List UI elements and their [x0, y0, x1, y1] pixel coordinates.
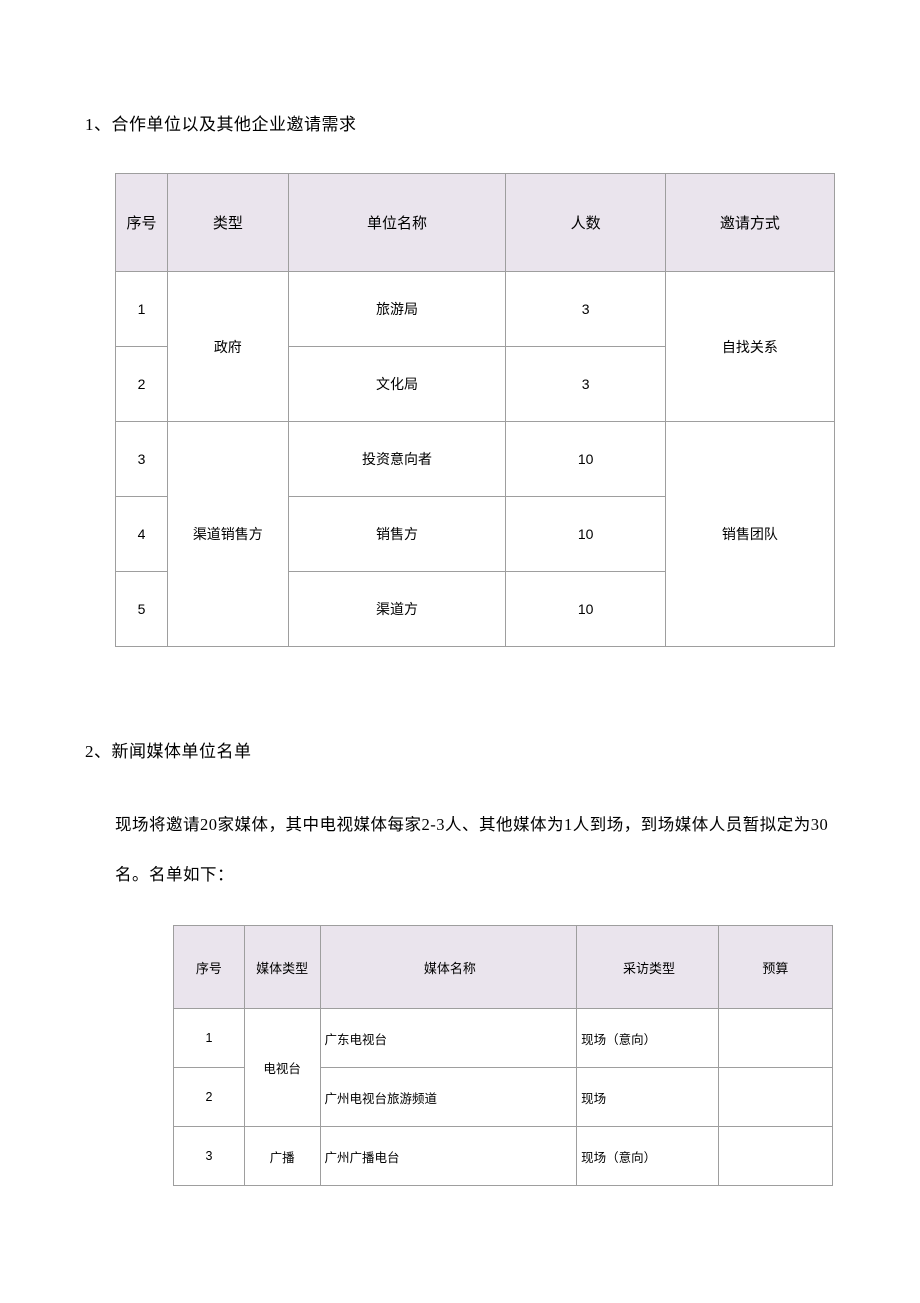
cell-name: 广州电视台旅游频道 [320, 1068, 577, 1127]
cell-kind: 现场 [577, 1068, 719, 1127]
cell-name: 投资意向者 [288, 422, 506, 497]
section2-paragraph: 现场将邀请20家媒体，其中电视媒体每家2-3人、其他媒体为1人到场，到场媒体人员… [115, 800, 835, 899]
cell-name: 广东电视台 [320, 1009, 577, 1068]
col-type: 媒体类型 [244, 926, 320, 1009]
cell-kind: 现场（意向） [577, 1127, 719, 1186]
cell-name: 销售方 [288, 497, 506, 572]
cell-budget [718, 1009, 832, 1068]
cell-name: 文化局 [288, 347, 506, 422]
table-header-row: 序号 类型 单位名称 人数 邀请方式 [116, 174, 835, 272]
col-kind: 采访类型 [577, 926, 719, 1009]
cell-count: 3 [506, 347, 665, 422]
cell-seq: 3 [116, 422, 168, 497]
cell-seq: 2 [116, 347, 168, 422]
cell-name: 旅游局 [288, 272, 506, 347]
cell-count: 10 [506, 422, 665, 497]
section2-heading: 2、新闻媒体单位名单 [85, 737, 835, 762]
col-name: 单位名称 [288, 174, 506, 272]
partner-invite-table: 序号 类型 单位名称 人数 邀请方式 1 政府 旅游局 3 自找关系 2 [115, 173, 835, 647]
table-row: 1 电视台 广东电视台 现场（意向） [174, 1009, 833, 1068]
table-row: 3 渠道销售方 投资意向者 10 销售团队 [116, 422, 835, 497]
cell-seq: 1 [174, 1009, 245, 1068]
cell-invite: 自找关系 [665, 272, 834, 422]
cell-seq: 3 [174, 1127, 245, 1186]
section1-heading: 1、合作单位以及其他企业邀请需求 [85, 110, 835, 135]
media-list-table: 序号 媒体类型 媒体名称 采访类型 预算 1 电视台 广东电视台 现场（意向） [173, 925, 833, 1186]
cell-name: 渠道方 [288, 572, 506, 647]
table-header-row: 序号 媒体类型 媒体名称 采访类型 预算 [174, 926, 833, 1009]
cell-count: 10 [506, 497, 665, 572]
col-seq: 序号 [174, 926, 245, 1009]
cell-type: 广播 [244, 1127, 320, 1186]
cell-budget [718, 1068, 832, 1127]
cell-kind: 现场（意向） [577, 1009, 719, 1068]
cell-invite: 销售团队 [665, 422, 834, 647]
cell-type: 渠道销售方 [168, 422, 288, 647]
cell-seq: 2 [174, 1068, 245, 1127]
table2-container: 序号 媒体类型 媒体名称 采访类型 预算 1 电视台 广东电视台 现场（意向） [173, 925, 835, 1186]
cell-type: 电视台 [244, 1009, 320, 1127]
table1-container: 序号 类型 单位名称 人数 邀请方式 1 政府 旅游局 3 自找关系 2 [115, 173, 835, 647]
table-row: 3 广播 广州广播电台 现场（意向） [174, 1127, 833, 1186]
cell-name: 广州广播电台 [320, 1127, 577, 1186]
cell-count: 3 [506, 272, 665, 347]
col-name: 媒体名称 [320, 926, 577, 1009]
col-type: 类型 [168, 174, 288, 272]
table-row: 1 政府 旅游局 3 自找关系 [116, 272, 835, 347]
cell-count: 10 [506, 572, 665, 647]
cell-seq: 1 [116, 272, 168, 347]
col-seq: 序号 [116, 174, 168, 272]
cell-type: 政府 [168, 272, 288, 422]
cell-seq: 5 [116, 572, 168, 647]
cell-budget [718, 1127, 832, 1186]
col-budget: 预算 [718, 926, 832, 1009]
col-count: 人数 [506, 174, 665, 272]
document-page: 1、合作单位以及其他企业邀请需求 序号 类型 单位名称 人数 邀请方式 1 政府… [0, 0, 920, 1303]
col-invite: 邀请方式 [665, 174, 834, 272]
cell-seq: 4 [116, 497, 168, 572]
